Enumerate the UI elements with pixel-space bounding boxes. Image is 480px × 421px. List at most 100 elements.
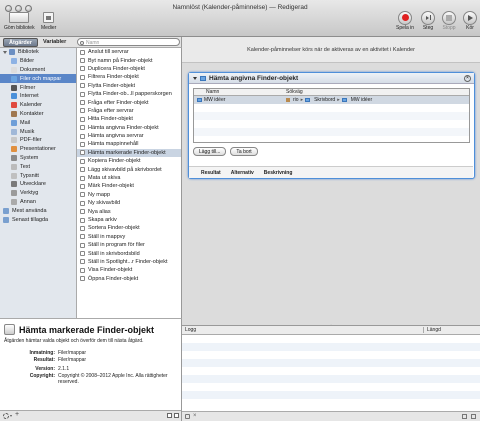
action-item[interactable]: Fråga efter servrar bbox=[77, 107, 181, 115]
add-item-button[interactable]: Lägg till... bbox=[193, 147, 227, 156]
media-button[interactable]: Medier bbox=[41, 11, 56, 31]
record-button[interactable]: Spela in bbox=[396, 10, 414, 31]
library-item[interactable]: Text bbox=[0, 162, 76, 171]
action-item[interactable]: Hämta angivna servrar bbox=[77, 132, 181, 140]
column-length[interactable]: Längd bbox=[424, 327, 441, 333]
column-log[interactable]: Logg bbox=[182, 327, 424, 333]
column-path[interactable]: Sökväg bbox=[283, 89, 303, 95]
version-value: 2.1.1 bbox=[58, 366, 70, 372]
category-icon bbox=[11, 102, 17, 109]
action-item-label: Ställ in skrivbordsbild bbox=[88, 250, 140, 257]
close-icon[interactable]: × bbox=[464, 75, 471, 82]
log-row bbox=[182, 335, 480, 343]
actions-list: Anslut till servrar Byt namn på Finder-ob… bbox=[77, 48, 182, 318]
action-item[interactable]: Hitta Finder-objekt bbox=[77, 115, 181, 123]
library-item[interactable]: Dokument bbox=[0, 66, 76, 75]
action-item-label: Kopiera Finder-objekt bbox=[88, 158, 141, 165]
action-item[interactable]: Hämta mappinnehåll bbox=[77, 140, 181, 148]
tab-results[interactable]: Resultat bbox=[201, 170, 221, 176]
list-view-icon[interactable] bbox=[167, 413, 172, 418]
version-key: Version: bbox=[35, 366, 55, 372]
action-item[interactable]: Ställ in skrivbordsbild bbox=[77, 249, 181, 257]
action-item[interactable]: Ställ in mappvy bbox=[77, 233, 181, 241]
media-label: Medier bbox=[41, 25, 57, 31]
description-view-icon[interactable] bbox=[174, 413, 179, 418]
action-item[interactable]: Filtrera Finder-objekt bbox=[77, 73, 181, 81]
library-item[interactable]: Presentationer bbox=[0, 145, 76, 154]
splitter-handle[interactable]: · bbox=[182, 322, 480, 327]
library-item[interactable]: System bbox=[0, 154, 76, 163]
action-item[interactable]: Mata ut skiva bbox=[77, 174, 181, 182]
table-row[interactable]: MW idéer rio ▸ Skrivbord ▸ MW idéer bbox=[194, 96, 469, 104]
disclosure-triangle-icon[interactable] bbox=[193, 76, 197, 80]
action-item[interactable]: Nya alias bbox=[77, 207, 181, 215]
tab-description[interactable]: Beskrivning bbox=[264, 170, 293, 176]
clear-log-icon[interactable]: × bbox=[193, 413, 197, 419]
remove-item-button[interactable]: Ta bort bbox=[230, 147, 258, 156]
action-item[interactable]: Visa Finder-objekt bbox=[77, 266, 181, 274]
chevron-down-icon[interactable] bbox=[10, 415, 12, 417]
action-item[interactable]: Duplicera Finder-objekt bbox=[77, 65, 181, 73]
library-item[interactable]: Bilder bbox=[0, 57, 76, 66]
library-item[interactable]: Annan bbox=[0, 198, 76, 207]
library-item[interactable]: Typsnitt bbox=[0, 171, 76, 180]
library-item[interactable]: Bibliotek bbox=[0, 48, 76, 57]
action-item[interactable]: Skapa arkiv bbox=[77, 216, 181, 224]
action-item[interactable]: Ny mapp bbox=[77, 191, 181, 199]
action-item[interactable]: Hämta markerade Finder-objekt bbox=[77, 148, 181, 158]
tab-options[interactable]: Alternativ bbox=[231, 170, 254, 176]
description-meta: Inmatning: Filer/mappar Resultat: Filer/… bbox=[4, 350, 177, 385]
action-item[interactable]: Märk Finder-objekt bbox=[77, 182, 181, 190]
path-control[interactable]: rio ▸ Skrivbord ▸ MW idéer bbox=[283, 97, 372, 103]
library-item[interactable]: Senast tillagda bbox=[0, 215, 76, 224]
library-item[interactable]: Verktyg bbox=[0, 189, 76, 198]
stop-button[interactable]: Stopp bbox=[442, 10, 456, 31]
column-name[interactable]: Namn bbox=[194, 89, 283, 95]
action-item[interactable]: Lägg skivavbild på skrivbordet bbox=[77, 165, 181, 173]
hide-library-button[interactable]: Göm bibliotek bbox=[4, 11, 35, 31]
tab-variables[interactable]: Variabler bbox=[40, 38, 69, 47]
action-item[interactable]: Flytta Finder-objekt bbox=[77, 82, 181, 90]
category-icon bbox=[11, 75, 17, 82]
gear-icon[interactable] bbox=[3, 413, 9, 419]
library-item[interactable]: Kalender bbox=[0, 101, 76, 110]
library-item[interactable]: Utvecklare bbox=[0, 180, 76, 189]
library-item-label: Dokument bbox=[20, 66, 46, 73]
library-item[interactable]: Filmer bbox=[0, 83, 76, 92]
action-item[interactable]: Byt namn på Finder-objekt bbox=[77, 56, 181, 64]
category-icon bbox=[11, 119, 17, 126]
step-button[interactable]: Steg bbox=[421, 10, 435, 31]
action-card-header[interactable]: Hämta angivna Finder-objekt × bbox=[189, 73, 474, 84]
search-placeholder: Namn bbox=[86, 40, 100, 46]
stop-label: Stopp bbox=[442, 25, 456, 31]
path-segment: MW idéer bbox=[350, 97, 373, 103]
library-item[interactable]: Kontakter bbox=[0, 110, 76, 119]
action-item[interactable]: Öppna Finder-objekt bbox=[77, 275, 181, 283]
library-item[interactable]: Internet bbox=[0, 92, 76, 101]
checkbox-icon[interactable] bbox=[185, 414, 190, 419]
library-item[interactable]: Filer och mappar bbox=[0, 74, 76, 84]
tab-actions[interactable]: Åtgärder bbox=[3, 38, 38, 47]
action-item-label: Nya alias bbox=[88, 208, 111, 215]
action-item[interactable]: Ställ in Spotlight...r Finder-objekt bbox=[77, 258, 181, 266]
show-variables-icon[interactable] bbox=[471, 414, 476, 419]
add-icon[interactable]: + bbox=[15, 411, 19, 418]
action-item[interactable]: Anslut till servrar bbox=[77, 48, 181, 56]
action-item[interactable]: Ny skivavbild bbox=[77, 199, 181, 207]
search-input[interactable]: Namn bbox=[77, 38, 180, 46]
action-item[interactable]: Sortera Finder-objekt bbox=[77, 224, 181, 232]
action-item[interactable]: Kopiera Finder-objekt bbox=[77, 157, 181, 165]
library-item[interactable]: Mail bbox=[0, 118, 76, 127]
library-item[interactable]: PDF-filer bbox=[0, 136, 76, 145]
run-button[interactable]: Kör bbox=[463, 10, 477, 31]
action-icon bbox=[80, 175, 85, 181]
result-key: Resultat: bbox=[33, 356, 55, 363]
action-item[interactable]: Ställ in program för filer bbox=[77, 241, 181, 249]
action-item[interactable]: Hämta angivna Finder-objekt bbox=[77, 124, 181, 132]
library-item[interactable]: Musik bbox=[0, 127, 76, 136]
action-item[interactable]: Flytta Finder-ob...ll papperskorgen bbox=[77, 90, 181, 98]
action-item[interactable]: Fråga efter Finder-objekt bbox=[77, 98, 181, 106]
library-item[interactable]: Mest använda bbox=[0, 206, 76, 215]
show-log-icon[interactable] bbox=[462, 414, 467, 419]
disclosure-triangle-icon[interactable] bbox=[3, 50, 7, 54]
